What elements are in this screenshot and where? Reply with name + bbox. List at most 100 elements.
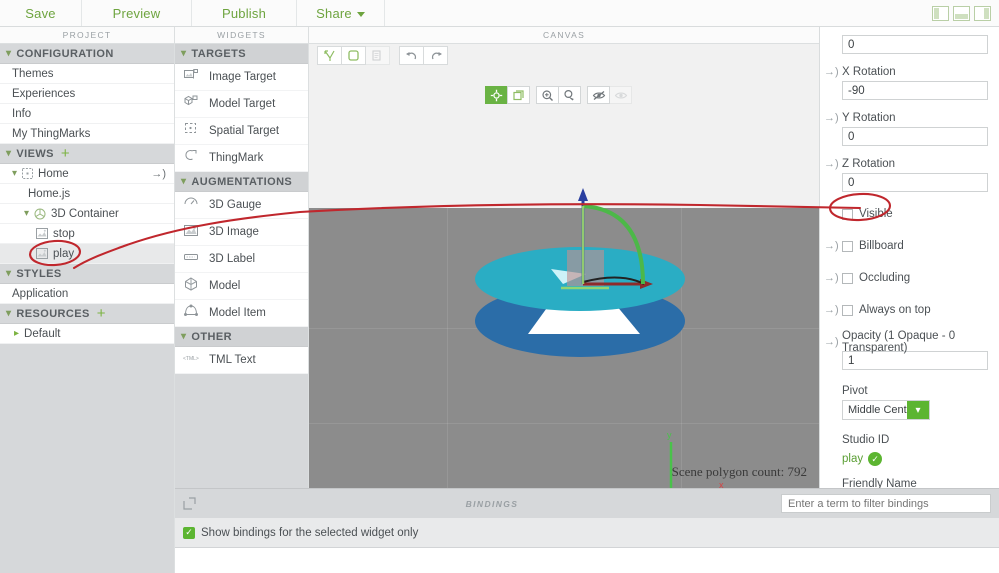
pivot-select[interactable]: Middle Center ▾ <box>842 400 930 420</box>
y-rotation-field[interactable]: 0 <box>842 127 988 146</box>
zoom-to-selection-button[interactable] <box>558 86 581 104</box>
svg-text:y: y <box>667 430 672 440</box>
publish-button[interactable]: Publish <box>192 0 297 26</box>
add-resource-icon[interactable]: + <box>97 306 106 321</box>
cube-icon <box>34 208 46 220</box>
widget-label: 3D Label <box>209 253 256 265</box>
widget-model[interactable]: Model <box>175 273 308 300</box>
tree-item-my-thingmarks[interactable]: My ThingMarks <box>0 124 174 144</box>
publish-label: Publish <box>221 5 267 21</box>
save-label: Save <box>25 5 56 21</box>
billboard-checkbox[interactable] <box>842 240 853 252</box>
binding-link-icon[interactable]: →) <box>824 112 839 124</box>
widget-3d-label[interactable]: 3D Label <box>175 246 308 273</box>
tree-item-label: 3D Container <box>51 207 119 220</box>
tree-item-label: stop <box>53 227 75 240</box>
group-resources[interactable]: ▾ RESOURCES + <box>0 304 174 324</box>
group-augmentations[interactable]: ▾ AUGMENTATIONS <box>175 172 308 192</box>
show-selected-widget-checkbox[interactable]: ✓ <box>183 526 195 539</box>
zoom-to-fit-button[interactable] <box>536 86 559 104</box>
group-views[interactable]: ▾ VIEWS + <box>0 144 174 164</box>
add-view-icon[interactable]: + <box>61 146 70 161</box>
position-z-field[interactable]: 0 <box>842 35 988 54</box>
tree-item-play[interactable]: play <box>0 244 174 264</box>
share-button[interactable]: Share <box>297 0 385 26</box>
panel-left-toggle[interactable] <box>932 5 949 21</box>
tree-item-default[interactable]: ▸ Default <box>0 324 174 344</box>
chevron-right-icon[interactable]: ▸ <box>14 328 19 339</box>
valid-check-icon: ✓ <box>868 452 883 466</box>
group-styles[interactable]: ▾ STYLES <box>0 264 174 284</box>
tree-item-home-js[interactable]: Home.js <box>0 184 174 204</box>
tree-item-3d-container[interactable]: ▾ 3D Container <box>0 204 174 224</box>
preview-button[interactable]: Preview <box>82 0 192 26</box>
chevron-down-icon: ▾ <box>6 307 12 319</box>
undo-button[interactable] <box>399 46 424 65</box>
expand-icon[interactable] <box>175 497 203 510</box>
bindings-filter-input[interactable] <box>781 494 991 513</box>
visible-label: Visible <box>859 208 893 220</box>
studio-id-label: Studio ID <box>842 434 890 446</box>
goto-icon[interactable]: →) <box>151 168 166 180</box>
preview-label: Preview <box>112 5 161 21</box>
panel-bottom-toggle[interactable] <box>953 5 970 21</box>
binding-link-icon[interactable]: →) <box>824 240 839 252</box>
widget-thingmark[interactable]: ThingMark <box>175 145 308 172</box>
widget-image-target[interactable]: Image Target <box>175 64 308 91</box>
visible-checkbox[interactable] <box>842 208 853 220</box>
tree-item-home[interactable]: ▾ Home →) <box>0 164 174 184</box>
tree-item-label: Experiences <box>12 87 76 100</box>
opacity-label: Opacity (1 Opaque - 0 Transparent) <box>842 330 956 354</box>
chevron-down-icon[interactable]: ▾ <box>24 208 29 219</box>
tree-item-experiences[interactable]: Experiences <box>0 84 174 104</box>
binding-link-icon[interactable]: →) <box>824 158 839 170</box>
bindings-title: BINDINGS <box>465 498 519 509</box>
canvas-area[interactable]: y x z Scene polygon count: 792 <box>309 44 819 488</box>
binding-link-icon[interactable]: →) <box>824 336 839 348</box>
tree-item-themes[interactable]: Themes <box>0 64 174 84</box>
friendly-name-label: Friendly Name <box>842 478 917 488</box>
share-label: Share <box>316 5 352 21</box>
widget-tml-text[interactable]: <TML> TML Text <box>175 347 308 374</box>
binding-link-icon[interactable]: →) <box>824 66 839 78</box>
widget-model-item[interactable]: Model Item <box>175 300 308 327</box>
widget-label: ThingMark <box>209 152 264 164</box>
image-icon <box>36 248 48 259</box>
widget-label: 3D Gauge <box>209 199 262 211</box>
svg-text:x: x <box>719 480 724 488</box>
widget-model-target[interactable]: Model Target <box>175 91 308 118</box>
widget-label: Image Target <box>209 71 276 83</box>
panel-right-toggle[interactable] <box>974 5 991 21</box>
x-rotation-field[interactable]: -90 <box>842 81 988 100</box>
occluding-checkbox[interactable] <box>842 272 853 284</box>
snap-tool-button[interactable] <box>317 46 342 65</box>
group-targets[interactable]: ▾ TARGETS <box>175 44 308 64</box>
group-configuration[interactable]: ▾ CONFIGURATION <box>0 44 174 64</box>
z-rotation-field[interactable]: 0 <box>842 173 988 192</box>
tree-item-application[interactable]: Application <box>0 284 174 304</box>
widget-3d-image[interactable]: 3D Image <box>175 219 308 246</box>
widget-3d-gauge[interactable]: 3D Gauge <box>175 192 308 219</box>
occluding-label: Occluding <box>859 272 911 284</box>
chevron-down-icon[interactable]: ▾ <box>12 168 17 179</box>
widget-label: Model Target <box>209 98 276 110</box>
chevron-down-icon[interactable]: ▾ <box>907 401 929 419</box>
move-gizmo-button[interactable] <box>485 86 508 104</box>
hide-button[interactable] <box>587 86 610 104</box>
duplicate-tool-button[interactable] <box>365 46 390 65</box>
tree-item-info[interactable]: Info <box>0 104 174 124</box>
group-other[interactable]: ▾ OTHER <box>175 327 308 347</box>
tree-item-stop[interactable]: stop <box>0 224 174 244</box>
widget-spatial-target[interactable]: Spatial Target <box>175 118 308 145</box>
redo-button[interactable] <box>423 46 448 65</box>
frame-tool-button[interactable] <box>341 46 366 65</box>
widgets-column-header: WIDGETS <box>175 27 309 44</box>
3d-scene[interactable]: y x z Scene polygon count: 792 <box>309 44 819 488</box>
always-on-top-checkbox[interactable] <box>842 304 853 316</box>
binding-link-icon[interactable]: →) <box>824 304 839 316</box>
show-button[interactable] <box>609 86 632 104</box>
top-toolbar: Save Preview Publish Share <box>0 0 999 27</box>
save-button[interactable]: Save <box>0 0 82 26</box>
scale-gizmo-button[interactable] <box>507 86 530 104</box>
binding-link-icon[interactable]: →) <box>824 272 839 284</box>
